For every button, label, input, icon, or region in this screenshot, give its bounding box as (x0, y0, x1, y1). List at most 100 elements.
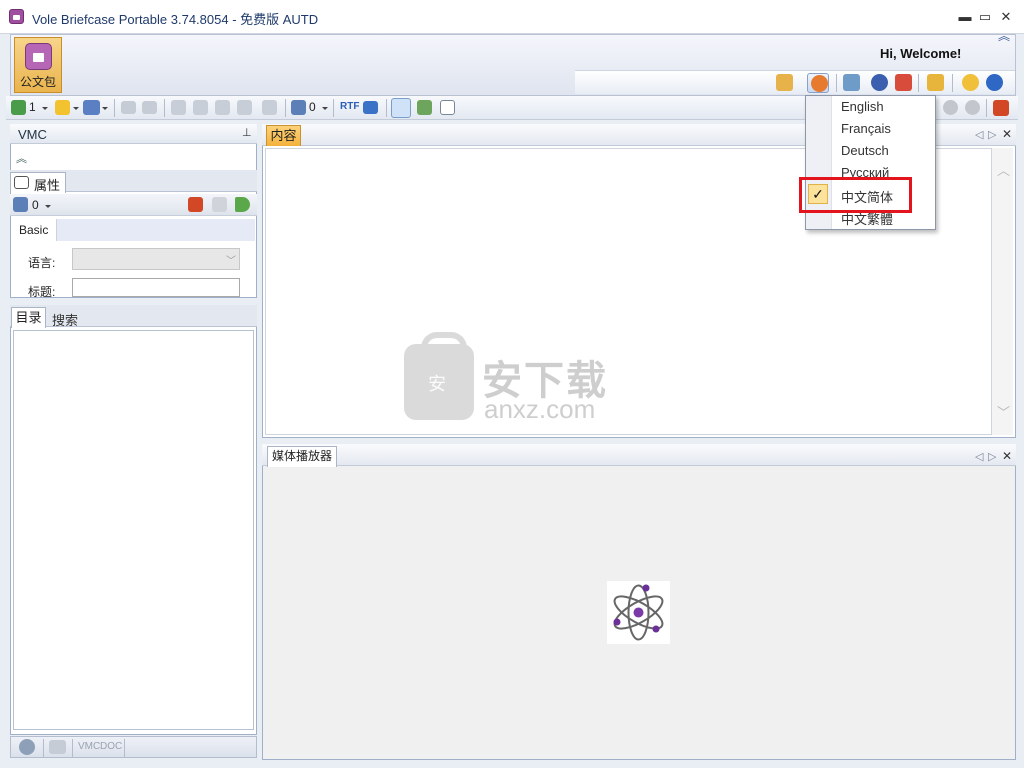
minimize-button[interactable]: ▬ (954, 6, 976, 28)
page-icon[interactable] (212, 197, 227, 212)
stats-icon[interactable] (11, 100, 26, 115)
layers-icon[interactable] (83, 100, 100, 115)
expand-icon[interactable]: ︽ (16, 150, 27, 166)
separator (952, 74, 953, 92)
window-title: Vole Briefcase Portable 3.74.8054 - 免费版 … (32, 12, 319, 27)
scroll-right-icon[interactable]: ▷ (988, 450, 996, 463)
info-icon[interactable] (986, 74, 1003, 91)
language-select[interactable] (72, 248, 240, 270)
tab-content[interactable]: 内容 (266, 125, 301, 146)
maximize-button[interactable]: ▭ (974, 6, 996, 28)
menu-item-label: English (841, 99, 884, 114)
properties-count: 0 (32, 198, 39, 212)
stopwatch-icon[interactable] (962, 74, 979, 91)
archive-icon[interactable] (291, 100, 306, 115)
separator (285, 99, 286, 117)
properties-toolbar: 0 (10, 194, 257, 216)
64bit-icon[interactable] (871, 74, 888, 91)
code-view-icon[interactable] (363, 101, 378, 114)
title-input[interactable] (72, 278, 240, 297)
collapse-ribbon-button[interactable]: ︽ (998, 27, 1010, 44)
powerpoint-icon[interactable] (188, 197, 203, 212)
separator (386, 99, 387, 117)
doc-format-button[interactable]: DOC (100, 741, 122, 752)
menu-item-label: Français (841, 121, 891, 136)
close-icon[interactable]: ✕ (1002, 449, 1012, 463)
left-bottom-toolbar: VMC DOC (10, 736, 257, 758)
app-menu-button[interactable]: 公文包 (14, 37, 62, 93)
separator (333, 99, 334, 117)
chevron-down-icon[interactable] (322, 107, 328, 110)
chevron-down-icon[interactable] (73, 107, 79, 110)
close-button[interactable]: ✕ (995, 6, 1017, 28)
language-item-english[interactable]: English (806, 96, 935, 118)
scroll-up-icon[interactable]: ︿ (997, 160, 1010, 179)
tools-icon[interactable] (417, 100, 432, 115)
close-icon[interactable]: ✕ (1002, 127, 1012, 141)
directory-tree[interactable] (13, 330, 254, 730)
menu-item-label: Deutsch (841, 143, 889, 158)
next-icon[interactable] (965, 100, 980, 115)
scroll-left-icon[interactable]: ◁ (975, 128, 983, 141)
chevron-down-icon[interactable] (42, 107, 48, 110)
vmc-panel-header (10, 124, 257, 144)
powerpoint-icon[interactable] (993, 100, 1009, 116)
content-scrollbar[interactable]: ︿ ﹀ (992, 148, 1013, 435)
chevron-down-icon: ﹀ (226, 256, 236, 267)
vmc-panel-title: VMC (18, 127, 47, 142)
web-icon[interactable] (215, 100, 230, 115)
vmc-format-button[interactable]: VMC (78, 741, 100, 752)
speaker-icon[interactable] (235, 197, 250, 212)
separator (836, 74, 837, 92)
annotation-highlight (799, 177, 912, 213)
code-icon[interactable] (262, 100, 277, 115)
separator (164, 99, 165, 117)
back-icon[interactable] (121, 101, 136, 114)
book-icon[interactable] (843, 74, 860, 91)
flag-icon[interactable] (895, 74, 912, 91)
tab-directory[interactable]: 目录 (11, 307, 46, 328)
chevron-down-icon[interactable] (102, 107, 108, 110)
language-label: 语言: (28, 256, 56, 270)
separator (72, 739, 73, 757)
scroll-down-icon[interactable]: ﹀ (997, 402, 1010, 421)
chevron-down-icon[interactable] (45, 205, 51, 208)
language-icon (811, 75, 828, 92)
note-icon[interactable] (55, 100, 70, 115)
folder-icon[interactable] (237, 100, 252, 115)
welcome-text: Hi, Welcome! (880, 46, 962, 61)
separator (124, 739, 125, 757)
language-item-german[interactable]: Deutsch (806, 140, 935, 162)
separator (114, 99, 115, 117)
scroll-right-icon[interactable]: ▷ (988, 128, 996, 141)
separator (918, 74, 919, 92)
tab-search[interactable]: 搜索 (52, 310, 78, 329)
atom-icon (613, 584, 664, 641)
palette-icon[interactable] (776, 74, 793, 91)
directory-tabbar (10, 305, 257, 327)
archive-icon[interactable] (13, 197, 28, 212)
doc-icon[interactable] (171, 100, 186, 115)
language-item-french[interactable]: Français (806, 118, 935, 140)
watermark-url: anxz.com (484, 394, 596, 424)
split-view-icon[interactable] (440, 100, 455, 115)
properties-icon (14, 176, 29, 189)
globe-icon[interactable] (19, 739, 35, 755)
atom-logo (607, 581, 670, 644)
briefcase-icon (25, 43, 52, 70)
tab-properties-label: 属性 (34, 178, 61, 193)
scroll-left-icon[interactable]: ◁ (975, 450, 983, 463)
toolbar-count-b: 0 (309, 100, 316, 114)
forward-icon[interactable] (142, 101, 157, 114)
app-icon (9, 9, 24, 24)
pin-icon[interactable]: ⊥ (242, 126, 252, 139)
tab-media-player[interactable]: 媒体播放器 (267, 446, 337, 467)
key-icon[interactable] (927, 74, 944, 91)
separator (43, 739, 44, 757)
app-menu-label: 公文包 (19, 75, 56, 89)
prev-icon[interactable] (943, 100, 958, 115)
print-icon[interactable] (193, 100, 208, 115)
layout-icon[interactable] (391, 98, 411, 118)
rtf-icon[interactable]: RTF (340, 101, 359, 112)
media-icon[interactable] (49, 740, 66, 754)
